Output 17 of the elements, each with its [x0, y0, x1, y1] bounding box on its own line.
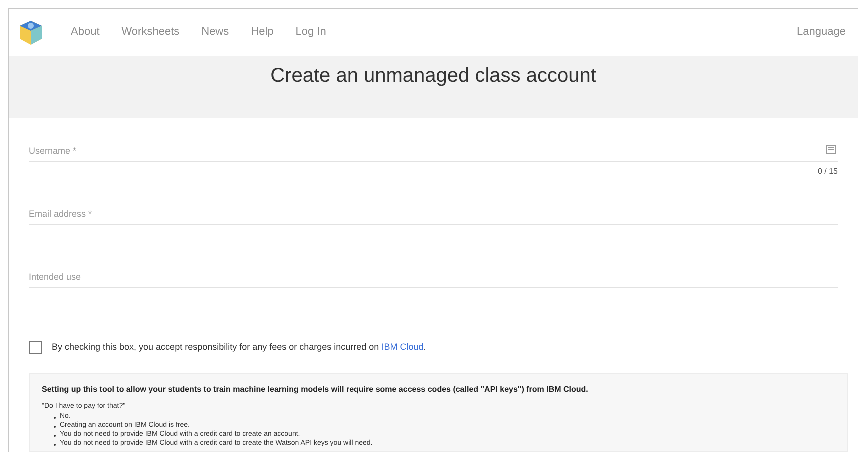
nav-link[interactable]: Log In	[296, 24, 326, 41]
nav-link[interactable]: Help	[251, 24, 274, 41]
info-heading: Setting up this tool to allow your students to train machine learning models will require some access codes (called "API keys") from IBM Cloud.	[42, 384, 590, 396]
cube-logo-icon[interactable]	[19, 20, 43, 46]
character-counter: 0 / 15	[818, 166, 838, 178]
nav-link[interactable]: Worksheets	[122, 24, 180, 41]
text-field[interactable]: Intended use	[29, 266, 838, 288]
ibm-cloud-link[interactable]: IBM Cloud	[382, 342, 424, 352]
text-field[interactable]: Email address *	[29, 203, 838, 225]
page-title: Create an unmanaged class account	[270, 64, 596, 89]
agreement-text: By checking this box, you accept responsibility for any fees or charges incurred on IBM Cloud.	[52, 341, 426, 354]
agreement-checkbox[interactable]	[29, 341, 42, 354]
nav-link[interactable]: About	[71, 24, 100, 41]
language-link[interactable]: Language	[797, 24, 846, 41]
keyboard-icon	[826, 145, 836, 154]
nav-link[interactable]: News	[202, 24, 230, 41]
text-field[interactable]: Username *	[29, 140, 838, 162]
